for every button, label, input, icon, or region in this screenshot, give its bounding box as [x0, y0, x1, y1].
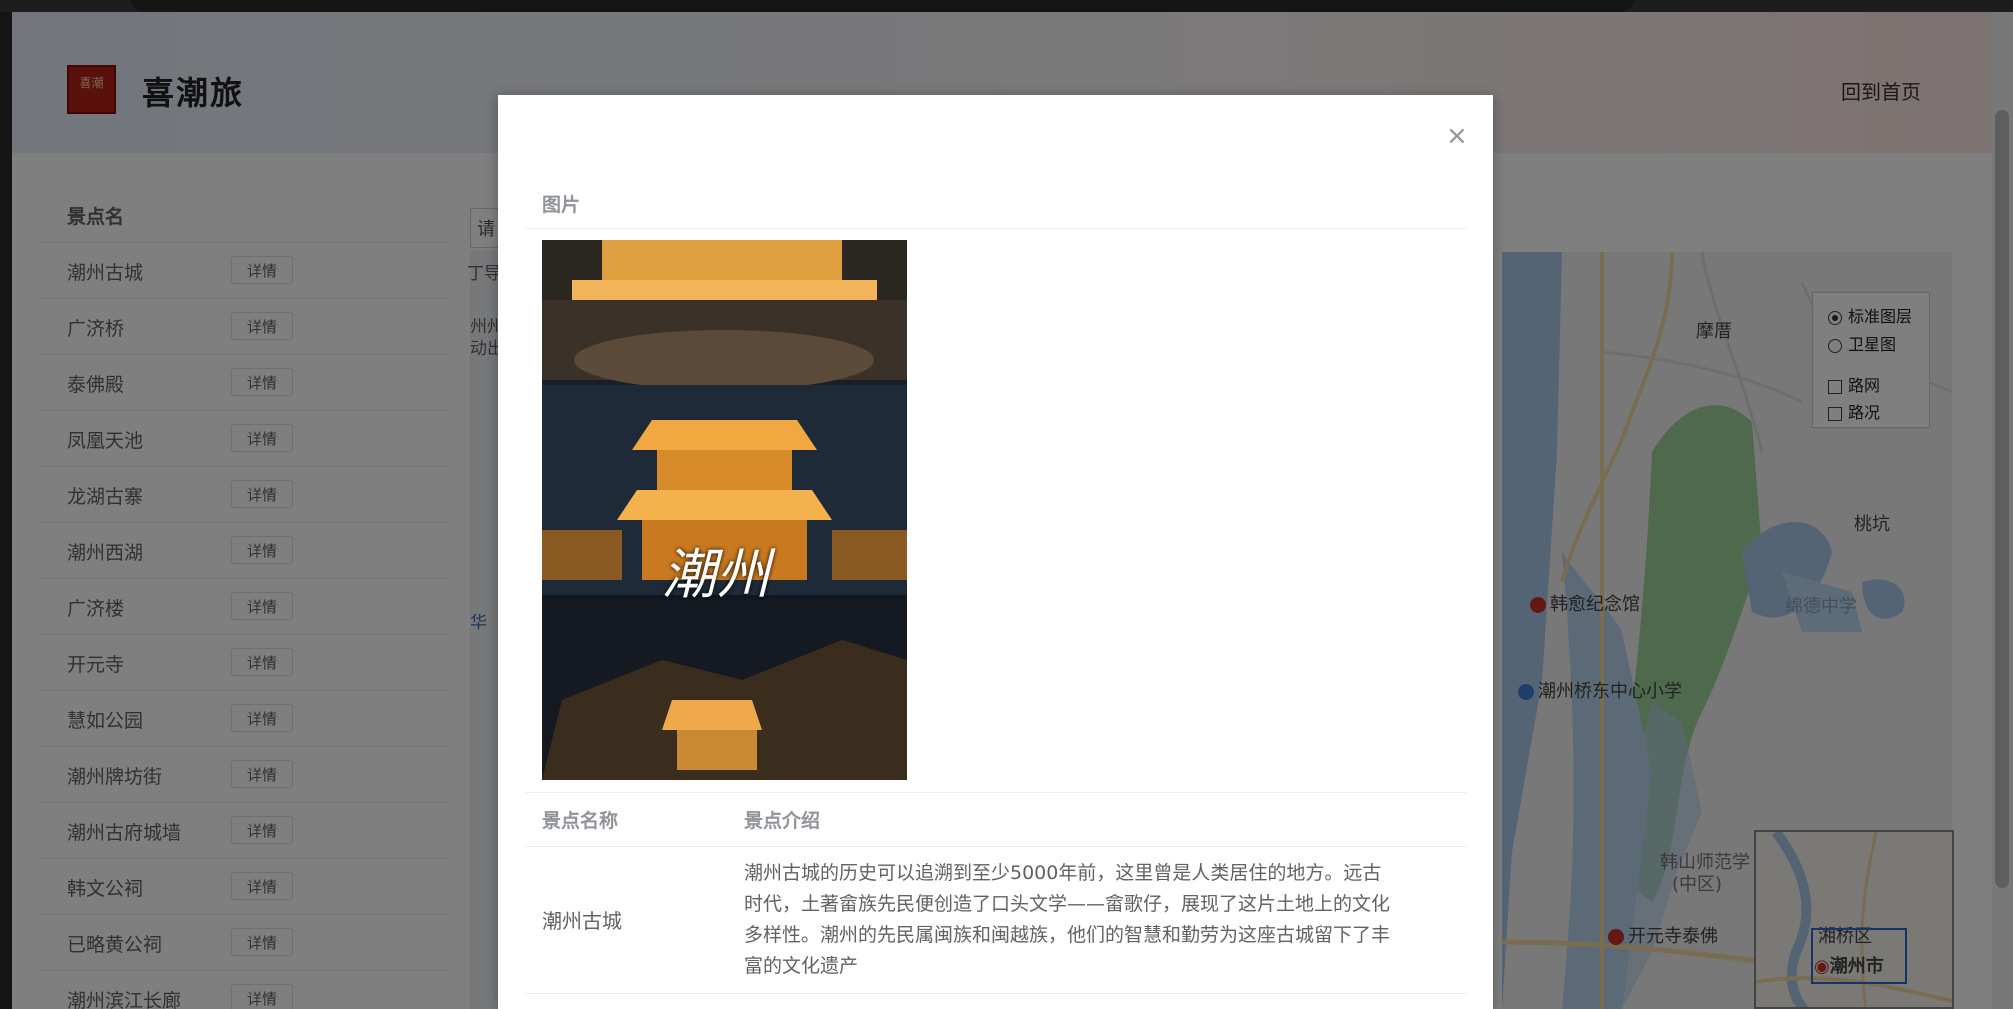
- photo-caption: 潮州: [662, 543, 770, 606]
- attraction-intro-cell: 潮州古城的历史可以追溯到至少5000年前，这里曾是人类居住的地方。远古时代，土著…: [744, 862, 1391, 977]
- divider: [526, 792, 1466, 793]
- close-icon[interactable]: ×: [1446, 123, 1468, 149]
- divider: [526, 846, 1466, 847]
- photo-graphics: [542, 240, 907, 780]
- attraction-name-cell: 潮州古城: [542, 909, 622, 933]
- divider: [526, 993, 1466, 994]
- divider: [526, 228, 1466, 229]
- detail-dialog: × 图片 潮州 景点名称 景点介绍 潮州古城 潮州古城的历史可以追溯到至少500…: [498, 95, 1493, 1009]
- name-column-header: 景点名称: [542, 810, 619, 832]
- intro-column-header: 景点介绍: [744, 810, 821, 832]
- image-column-header: 图片: [542, 194, 581, 216]
- attraction-photo: 潮州: [542, 240, 907, 780]
